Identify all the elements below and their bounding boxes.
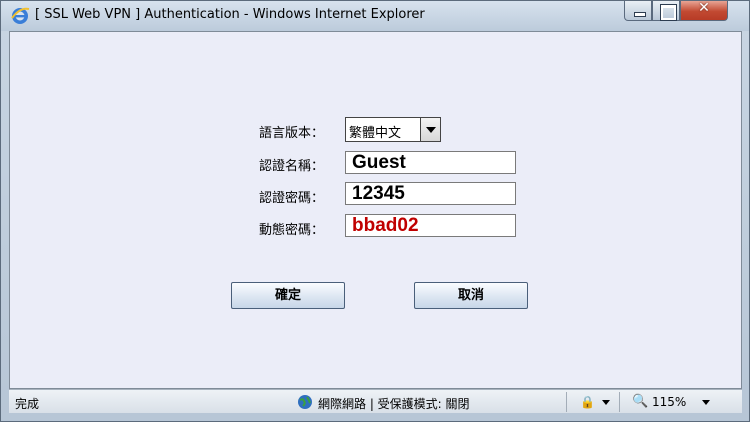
zoom-chevron-down-icon[interactable] (702, 400, 710, 405)
status-text: 完成 (15, 397, 40, 411)
cancel-button[interactable]: 取消 (414, 282, 528, 309)
page-content (9, 31, 742, 389)
browser-window: [ SSL Web VPN ] Authentication - Windows… (0, 0, 750, 422)
status-bar: 完成 網際網路 | 受保護模式: 關閉 🔒 🔍 115% (9, 389, 742, 413)
language-label: 語言版本： (259, 126, 325, 141)
ok-button[interactable]: 確定 (231, 282, 345, 309)
zoom-icon[interactable]: 🔍 (632, 394, 648, 409)
password-label: 認證密碼： (259, 191, 325, 206)
ie-logo-icon (11, 7, 30, 24)
globe-icon (298, 395, 312, 409)
otp-input[interactable]: bbad02 (345, 214, 516, 237)
close-icon: ✕ (698, 0, 710, 16)
status-divider (566, 392, 567, 412)
username-input[interactable]: Guest (345, 151, 516, 174)
language-select-value: 繁體中文 (349, 126, 402, 141)
language-select[interactable]: 繁體中文 (345, 117, 441, 142)
chevron-down-icon[interactable] (602, 400, 610, 405)
minimize-button[interactable] (624, 1, 652, 21)
maximize-button[interactable] (652, 1, 680, 21)
otp-label: 動態密碼： (259, 223, 325, 238)
zoom-level[interactable]: 115% (652, 395, 686, 409)
security-zone-text[interactable]: 網際網路 | 受保護模式: 關閉 (318, 395, 470, 412)
protected-mode-icon[interactable]: 🔒 (580, 395, 595, 409)
status-divider (619, 392, 620, 412)
close-button[interactable]: ✕ (680, 0, 728, 21)
window-title: [ SSL Web VPN ] Authentication - Windows… (35, 7, 425, 22)
username-label: 認證名稱： (259, 159, 325, 174)
dropdown-arrow-icon[interactable] (420, 118, 440, 141)
password-input[interactable]: 12345 (345, 182, 516, 205)
title-bar[interactable]: [ SSL Web VPN ] Authentication - Windows… (1, 0, 749, 31)
